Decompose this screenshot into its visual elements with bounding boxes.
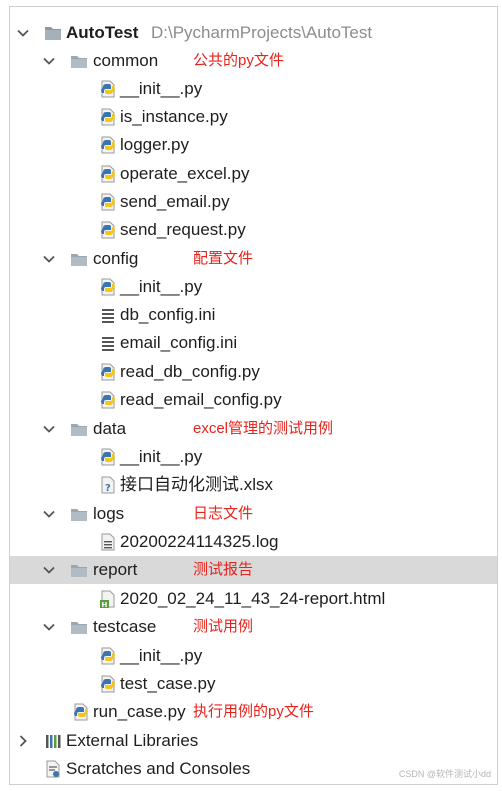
library-icon: [44, 732, 62, 750]
tree-row-file[interactable]: 2020_02_24_11_43_24-report.html: [10, 585, 497, 613]
scratch-icon: [44, 760, 62, 778]
python-file-icon: [99, 391, 117, 409]
python-file-icon: [99, 193, 117, 211]
root-label: AutoTest: [66, 23, 139, 42]
chevron-down-icon[interactable]: [42, 563, 56, 577]
unknown-file-icon: [99, 476, 117, 494]
chevron-down-icon[interactable]: [16, 26, 30, 40]
tree-row-file[interactable]: is_instance.py: [10, 103, 497, 131]
file-label: __init__.py: [120, 646, 203, 665]
file-label: db_config.ini: [120, 305, 216, 324]
tree-row-file[interactable]: __init__.py: [10, 443, 497, 471]
file-label: test_case.py: [120, 674, 216, 693]
tree-row-file[interactable]: test_case.py: [10, 670, 497, 698]
python-file-icon: [72, 703, 90, 721]
tree-row-external-libraries[interactable]: External Libraries: [10, 727, 497, 755]
folder-label: logs: [93, 504, 125, 523]
file-label: is_instance.py: [120, 107, 228, 126]
folder-label: report: [93, 560, 138, 579]
file-label: 20200224114325.log: [120, 532, 279, 551]
chevron-down-icon[interactable]: [42, 54, 56, 68]
annotation: 配置文件: [193, 250, 254, 267]
tree-row-run-case[interactable]: run_case.py 执行用例的py文件: [10, 698, 497, 726]
python-file-icon: [99, 80, 117, 98]
tree-label: External Libraries: [66, 731, 199, 750]
tree-row-file[interactable]: db_config.ini: [10, 301, 497, 329]
file-label: __init__.py: [120, 447, 203, 466]
python-file-icon: [99, 278, 117, 296]
tree-row-file[interactable]: __init__.py: [10, 273, 497, 301]
annotation: 测试用例: [193, 618, 254, 635]
tree-row-data[interactable]: data excel管理的测试用例: [10, 415, 497, 443]
tree-row-file[interactable]: 20200224114325.log: [10, 528, 497, 556]
tree-row-report[interactable]: report 测试报告: [10, 556, 497, 584]
folder-icon: [70, 561, 88, 579]
annotation: 执行用例的py文件: [193, 703, 314, 720]
python-file-icon: [99, 136, 117, 154]
python-file-icon: [99, 448, 117, 466]
config-file-icon: [99, 334, 117, 352]
file-label: 接口自动化测试.xlsx: [120, 475, 273, 494]
tree-row-file[interactable]: email_config.ini: [10, 329, 497, 357]
tree-row-file[interactable]: __init__.py: [10, 642, 497, 670]
tree-row-common[interactable]: common 公共的py文件: [10, 47, 497, 75]
chevron-down-icon[interactable]: [42, 620, 56, 634]
file-label: send_request.py: [120, 220, 246, 239]
tree-row-file[interactable]: operate_excel.py: [10, 160, 497, 188]
tree-row-file[interactable]: __init__.py: [10, 75, 497, 103]
python-file-icon: [99, 221, 117, 239]
python-file-icon: [99, 647, 117, 665]
folder-icon: [70, 420, 88, 438]
annotation: excel管理的测试用例: [193, 420, 334, 437]
root-path: D:\PycharmProjects\AutoTest: [151, 23, 373, 42]
folder-label: config: [93, 249, 139, 268]
tree-row-file[interactable]: read_db_config.py: [10, 358, 497, 386]
file-label: send_email.py: [120, 192, 230, 211]
file-label: __init__.py: [120, 79, 203, 98]
folder-label: testcase: [93, 617, 157, 636]
file-label: operate_excel.py: [120, 164, 250, 183]
chevron-down-icon[interactable]: [42, 252, 56, 266]
tree-row-file[interactable]: send_email.py: [10, 188, 497, 216]
log-file-icon: [99, 533, 117, 551]
tree-row-testcase[interactable]: testcase 测试用例: [10, 613, 497, 641]
project-tree-panel: AutoTest D:\PycharmProjects\AutoTest com…: [9, 6, 498, 785]
python-file-icon: [99, 165, 117, 183]
tree-row-autotest[interactable]: AutoTest D:\PycharmProjects\AutoTest: [10, 19, 497, 47]
folder-label: common: [93, 51, 159, 70]
file-label: read_db_config.py: [120, 362, 260, 381]
file-label: read_email_config.py: [120, 390, 282, 409]
chevron-down-icon[interactable]: [42, 507, 56, 521]
python-file-icon: [99, 675, 117, 693]
folder-icon: [70, 250, 88, 268]
tree-row-file[interactable]: 接口自动化测试.xlsx: [10, 471, 497, 499]
annotation: 日志文件: [193, 505, 254, 522]
file-label: __init__.py: [120, 277, 203, 296]
tree-label: Scratches and Consoles: [66, 759, 251, 778]
file-label: email_config.ini: [120, 333, 238, 352]
tree-row-file[interactable]: send_request.py: [10, 216, 497, 244]
annotation: 公共的py文件: [193, 52, 284, 69]
folder-icon: [44, 24, 62, 42]
tree-row-config[interactable]: config 配置文件: [10, 245, 497, 273]
file-label: logger.py: [120, 135, 189, 154]
folder-label: data: [93, 419, 127, 438]
file-label: 2020_02_24_11_43_24-report.html: [120, 589, 386, 608]
chevron-right-icon[interactable]: [16, 734, 30, 748]
annotation: 测试报告: [193, 561, 254, 578]
html-file-icon: [99, 590, 117, 608]
folder-icon: [70, 52, 88, 70]
folder-icon: [70, 505, 88, 523]
folder-icon: [70, 618, 88, 636]
config-file-icon: [99, 306, 117, 324]
watermark: CSDN @软件测试小dd: [398, 769, 491, 779]
tree-row-logs[interactable]: logs 日志文件: [10, 500, 497, 528]
tree-row-file[interactable]: logger.py: [10, 131, 497, 159]
python-file-icon: [99, 363, 117, 381]
tree-row-file[interactable]: read_email_config.py: [10, 386, 497, 414]
python-file-icon: [99, 108, 117, 126]
chevron-down-icon[interactable]: [42, 422, 56, 436]
file-label: run_case.py: [93, 702, 186, 721]
